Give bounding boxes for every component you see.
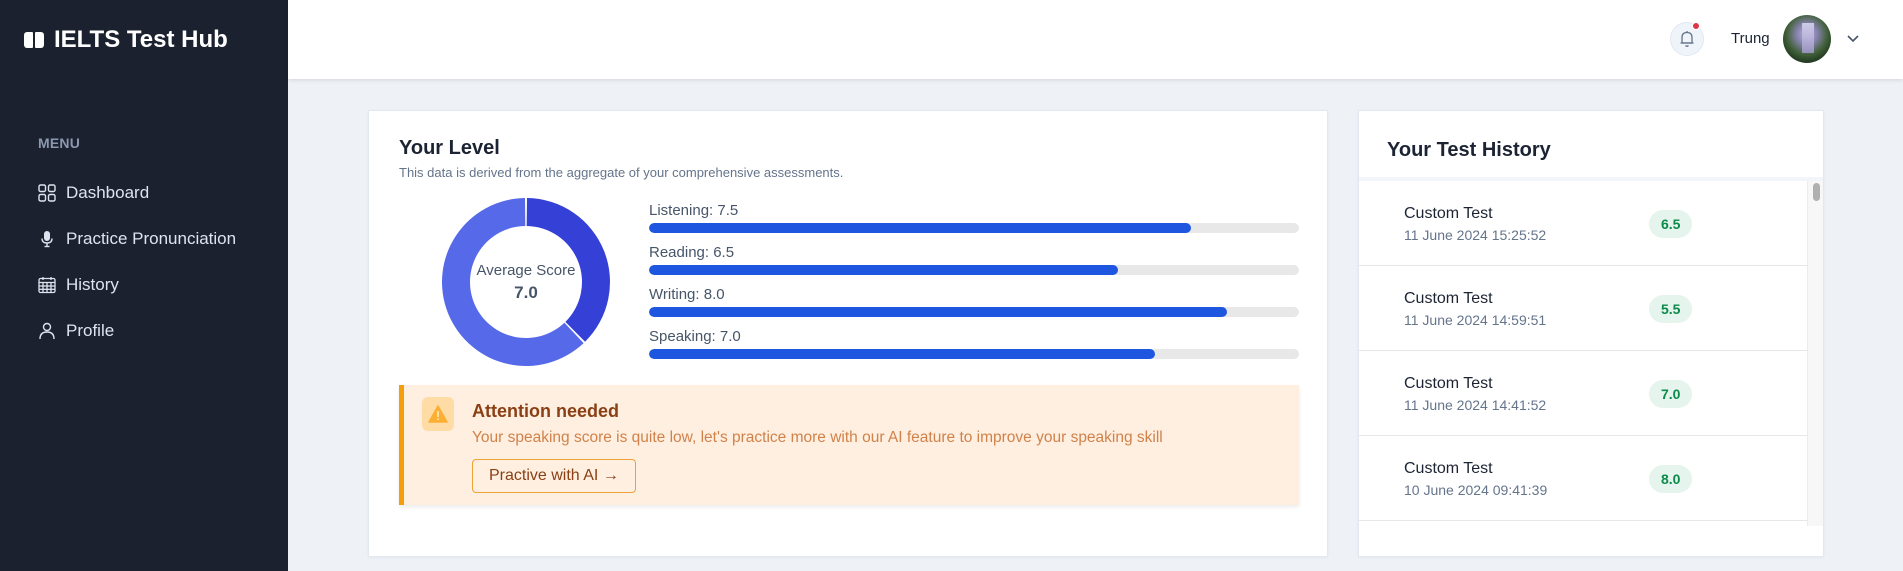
skill-progress-fill (649, 265, 1119, 275)
sidebar-item-profile[interactable]: Profile (38, 308, 268, 354)
skill-label: Reading: 6.5 (649, 244, 735, 261)
level-title: Your Level (399, 137, 500, 159)
sidebar: IELTS Test Hub MENU Dashboard Practice P… (0, 0, 288, 571)
test-name: Custom Test (1404, 290, 1493, 307)
test-name: Custom Test (1404, 460, 1493, 477)
sidebar-nav: Dashboard Practice Pronunciation History (38, 170, 268, 354)
sidebar-item-dashboard[interactable]: Dashboard (38, 170, 268, 216)
chevron-down-icon[interactable] (1845, 30, 1861, 46)
score-badge: 7.0 (1649, 380, 1693, 408)
average-score-value: 7.0 (514, 282, 538, 302)
score-badge: 6.5 (1649, 210, 1693, 238)
skill-writing: Writing: 8.0 (649, 285, 1299, 327)
history-list[interactable]: Custom Test 11 June 2024 15:25:52 6.5 Cu… (1359, 177, 1823, 526)
notification-dot (1692, 22, 1700, 30)
brand-logo[interactable]: IELTS Test Hub (24, 24, 228, 56)
history-item[interactable]: Custom Test 11 June 2024 14:59:51 5.5 (1359, 266, 1807, 351)
sidebar-item-label: Profile (66, 321, 115, 340)
skill-label: Speaking: 7.0 (649, 328, 741, 345)
donut-center: Average Score 7.0 (441, 197, 611, 367)
skill-speaking: Speaking: 7.0 (649, 327, 1299, 369)
test-date: 11 June 2024 15:25:52 (1404, 227, 1547, 243)
history-item[interactable]: Custom Test 11 June 2024 14:41:52 7.0 (1359, 351, 1807, 436)
skill-progress-track (649, 349, 1299, 359)
practice-with-ai-button[interactable]: Practive with AI → (472, 459, 636, 493)
skill-progress-fill (649, 349, 1155, 359)
skill-progress-fill (649, 307, 1227, 317)
skill-label: Listening: 7.5 (649, 202, 739, 219)
average-score-label: Average Score (476, 261, 576, 279)
scrollbar-thumb[interactable] (1813, 183, 1820, 201)
history-scrollbar[interactable] (1807, 181, 1823, 526)
calendar-icon (38, 277, 56, 294)
microphone-icon (41, 231, 53, 248)
warning-icon (428, 405, 448, 423)
sidebar-item-label: History (66, 275, 119, 294)
skill-label: Writing: 8.0 (649, 286, 725, 303)
skill-listening: Listening: 7.5 (649, 201, 1299, 243)
history-item[interactable]: Custom Test 10 June 2024 09:41:39 8.0 (1359, 436, 1807, 521)
history-item[interactable]: Custom Test 11 June 2024 15:25:52 6.5 (1359, 181, 1807, 266)
skill-progress-track (649, 265, 1299, 275)
test-name: Custom Test (1404, 375, 1493, 392)
test-date: 11 June 2024 14:41:52 (1404, 397, 1547, 413)
test-history-card: Your Test History Custom Test 11 June 20… (1358, 110, 1824, 557)
your-level-card: Your Level This data is derived from the… (368, 110, 1328, 557)
test-name: Custom Test (1404, 205, 1493, 222)
test-date: 10 June 2024 09:41:39 (1404, 482, 1548, 498)
sidebar-item-practice-pronunciation[interactable]: Practice Pronunciation (38, 216, 268, 262)
level-description: This data is derived from the aggregate … (399, 165, 844, 180)
top-header (288, 0, 1903, 79)
user-name[interactable]: Trung (1731, 30, 1770, 47)
avatar-image (1802, 23, 1814, 53)
bell-icon (1680, 31, 1694, 47)
score-badge: 5.5 (1649, 295, 1693, 323)
alert-icon-box (422, 397, 454, 431)
test-date: 11 June 2024 14:59:51 (1404, 312, 1547, 328)
history-title: Your Test History (1387, 139, 1551, 161)
app-title: IELTS Test Hub (54, 26, 228, 53)
skill-progress-fill (649, 223, 1191, 233)
sidebar-item-label: Dashboard (66, 183, 150, 202)
user-icon (39, 322, 55, 340)
grid-icon (38, 184, 56, 202)
sidebar-item-history[interactable]: History (38, 262, 268, 308)
attention-alert: Attention needed Your speaking score is … (399, 385, 1299, 505)
book-open-icon (24, 32, 44, 48)
menu-label: MENU (38, 135, 81, 151)
skill-progress-track (649, 307, 1299, 317)
skill-progress-track (649, 223, 1299, 233)
sidebar-item-label: Practice Pronunciation (66, 229, 237, 248)
score-badge: 8.0 (1649, 465, 1693, 493)
alert-title: Attention needed (472, 401, 619, 421)
skill-bars: Listening: 7.5 Reading: 6.5 Writing: 8.0… (649, 201, 1299, 369)
notification-button[interactable] (1670, 22, 1704, 56)
alert-message: Your speaking score is quite low, let's … (472, 429, 1163, 446)
skill-reading: Reading: 6.5 (649, 243, 1299, 285)
avatar[interactable] (1783, 15, 1831, 63)
